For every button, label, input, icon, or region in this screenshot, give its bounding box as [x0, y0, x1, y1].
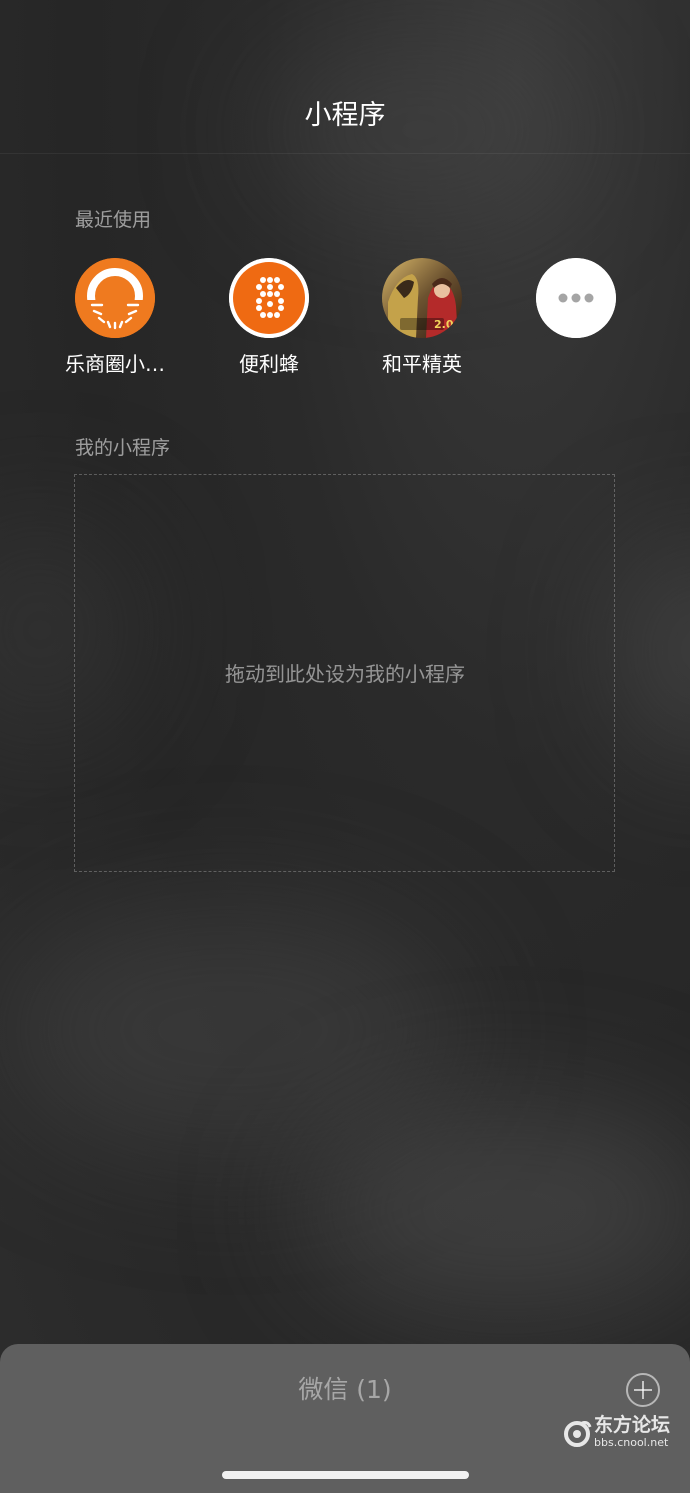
heping-jingying-logo-icon: 2.0	[382, 258, 462, 338]
recent-app-item[interactable]: 2.0 和平精英	[352, 258, 492, 377]
recent-section-label: 最近使用	[75, 209, 152, 231]
more-icon	[536, 258, 616, 338]
svg-text:2.0: 2.0	[434, 318, 454, 331]
mini-programs-page: 小程序 最近使用 乐商圈小… 便利蜂 2.0 和平精英 我的小程序 拖动到此处设…	[0, 0, 690, 1493]
recent-app-item[interactable]: 便利蜂	[199, 258, 339, 377]
watermark: 东方论坛 bbs.cnool.net	[562, 1413, 682, 1453]
background-blur	[620, 540, 690, 760]
recent-app-item[interactable]: 乐商圈小…	[45, 258, 185, 377]
lshq-logo-icon	[75, 258, 155, 338]
my-mini-programs-label: 我的小程序	[75, 437, 171, 459]
drop-zone-hint: 拖动到此处设为我的小程序	[225, 662, 465, 686]
bianlifeng-logo-icon	[229, 258, 309, 338]
background-blur	[300, 1100, 690, 1320]
recent-app-name: 和平精英	[382, 352, 462, 376]
watermark-url: bbs.cnool.net	[594, 1436, 669, 1449]
watermark-name: 东方论坛	[594, 1414, 671, 1436]
recent-app-name: 便利蜂	[239, 352, 299, 376]
home-indicator[interactable]	[222, 1471, 469, 1479]
more-button[interactable]	[506, 258, 646, 351]
cnool-logo-icon	[564, 1421, 592, 1447]
page-title: 小程序	[304, 100, 386, 131]
plus-circle-icon[interactable]	[626, 1373, 660, 1407]
recent-app-name: 乐商圈小…	[65, 352, 165, 376]
wechat-panel-title: 微信 (1)	[298, 1375, 392, 1404]
background-blur	[0, 900, 460, 1160]
